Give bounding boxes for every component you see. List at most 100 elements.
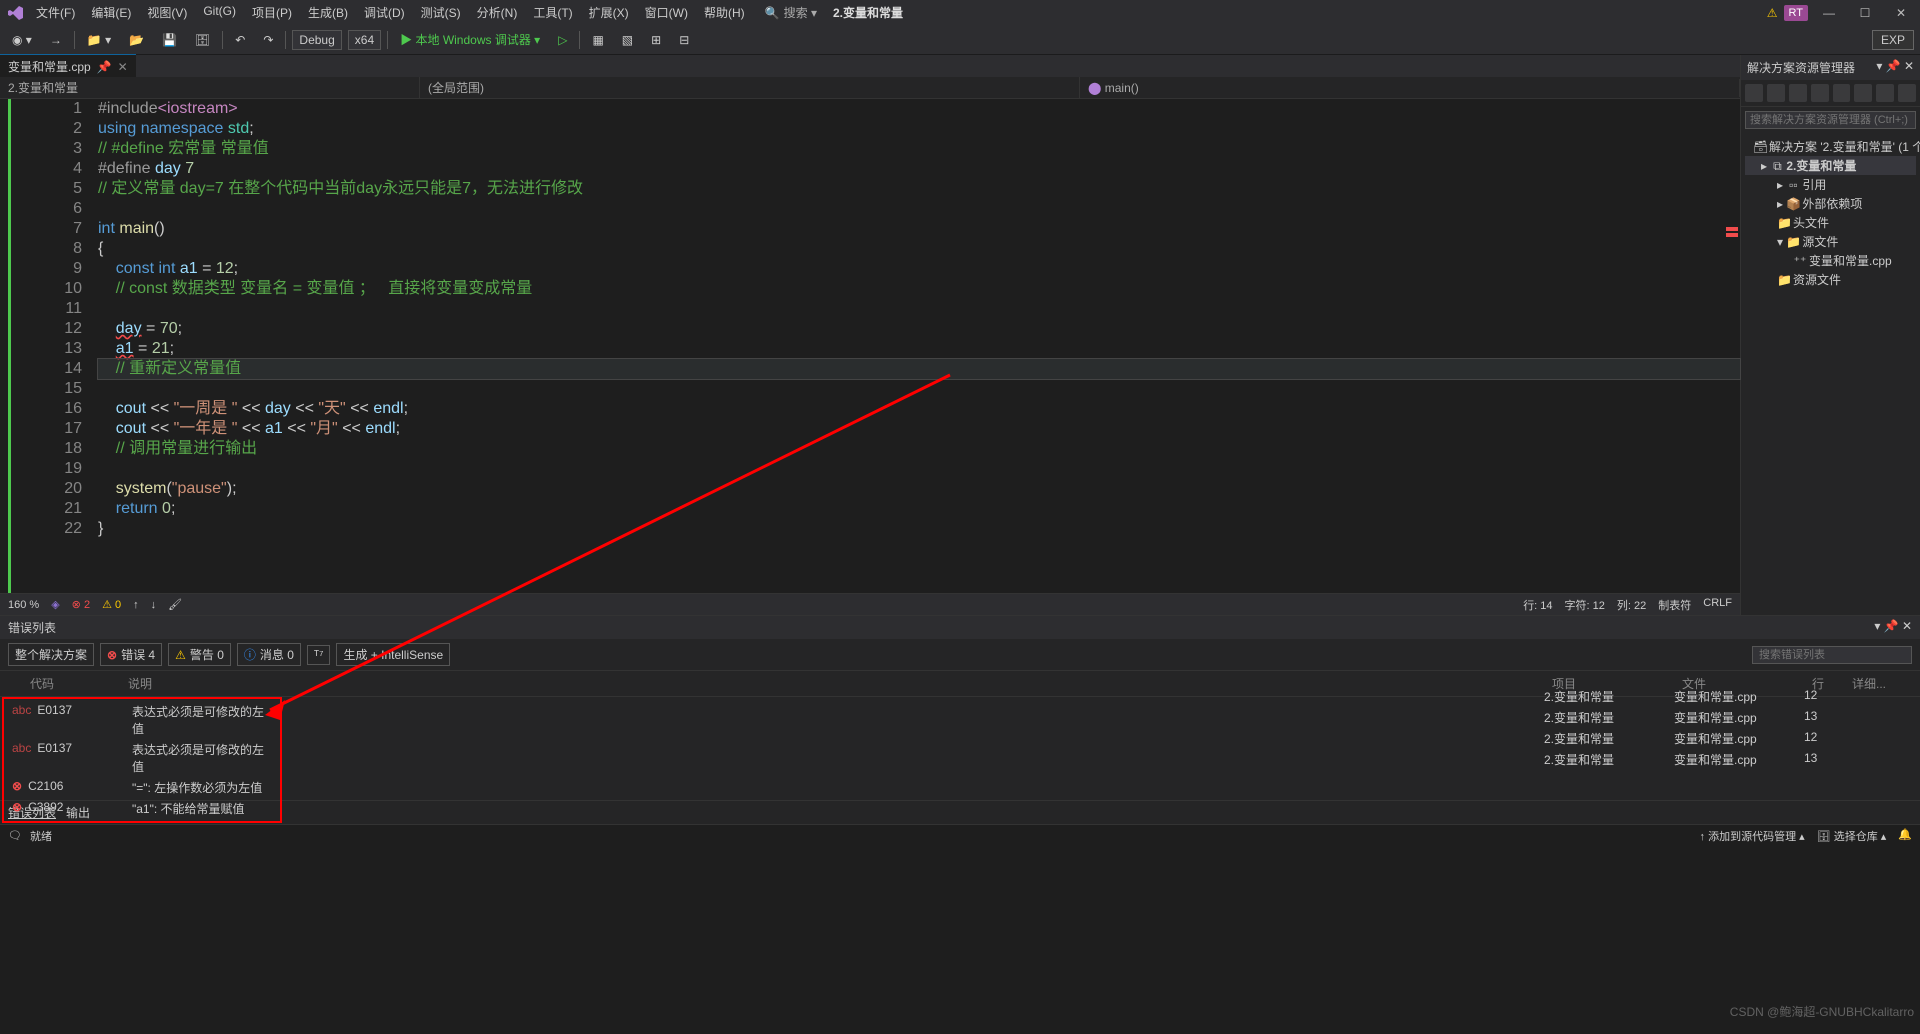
explorer-search[interactable]: [1745, 111, 1916, 129]
refs-node[interactable]: ▸ ▫▫引用: [1745, 175, 1916, 194]
start-debug-button[interactable]: ▶ 本地 Windows 调试器 ▾: [394, 29, 546, 50]
tb-6[interactable]: [1854, 84, 1872, 102]
messages-filter[interactable]: ⓘ消息 0: [237, 643, 301, 666]
close-tab-icon[interactable]: ✕: [118, 60, 128, 74]
ext-node[interactable]: ▸ 📦外部依赖项: [1745, 194, 1916, 213]
code-lines[interactable]: #include<iostream>using namespace std;//…: [98, 99, 1740, 593]
toolbar: ◉ ▾ → 📁 ▾ 📂 💾 🗄 ↶ ↷ Debug x64 ▶ 本地 Windo…: [0, 25, 1920, 55]
panel-controls[interactable]: ▾ 📌 ✕: [1876, 59, 1914, 76]
nav-project[interactable]: 2.变量和常量: [0, 77, 420, 98]
menu-item[interactable]: 视图(V): [139, 1, 195, 24]
zoom-level[interactable]: 160 %: [8, 599, 39, 611]
code-editor[interactable]: 12345678910111213141516171819202122 #inc…: [0, 99, 1740, 593]
output-tabs: 错误列表 输出: [0, 800, 1920, 824]
exp-badge[interactable]: EXP: [1872, 30, 1914, 50]
src-node[interactable]: ▾ 📁源文件: [1745, 232, 1916, 251]
start-nodebug-button[interactable]: ▷: [552, 31, 573, 49]
nav-up[interactable]: ↑: [133, 599, 139, 611]
close-button[interactable]: ✕: [1886, 6, 1916, 20]
pin-icon[interactable]: 📌: [97, 60, 112, 74]
error-count[interactable]: ⊗ 2: [72, 598, 90, 611]
diag-icon[interactable]: ◈: [51, 598, 59, 611]
file-tab[interactable]: 变量和常量.cpp 📌 ✕: [0, 54, 136, 78]
menu-item[interactable]: 文件(F): [28, 1, 83, 24]
indent-mode[interactable]: 制表符: [1658, 597, 1691, 613]
src-control[interactable]: ↑ 添加到源代码管理 ▴: [1700, 828, 1805, 844]
save-button[interactable]: 💾: [156, 31, 183, 49]
menu-item[interactable]: 编辑(E): [83, 1, 139, 24]
solution-node[interactable]: 🗃解决方案 '2.变量和常量' (1 个项目: [1745, 137, 1916, 156]
statusbar: 🗨 就绪 ↑ 添加到源代码管理 ▴ 🗄 选择仓库 ▴ 🔔: [0, 824, 1920, 846]
nav-func[interactable]: ⬤ main(): [1080, 79, 1740, 97]
res-node[interactable]: 📁资源文件: [1745, 270, 1916, 289]
repo-select[interactable]: 🗄 选择仓库 ▴: [1817, 828, 1887, 844]
error-row[interactable]: ⊗ C2106"=": 左操作数必须为左值: [4, 777, 280, 798]
user-badge[interactable]: RT: [1784, 5, 1808, 21]
menu-item[interactable]: 调试(D): [356, 1, 413, 24]
tb-8[interactable]: [1898, 84, 1916, 102]
line-ending[interactable]: CRLF: [1703, 597, 1732, 613]
clear-filter[interactable]: ᵀ⁷: [307, 645, 331, 665]
errors-filter[interactable]: ⊗错误 4: [100, 643, 162, 666]
hdr-node[interactable]: 📁头文件: [1745, 213, 1916, 232]
warn-count[interactable]: ⚠ 0: [102, 598, 121, 611]
menu-item[interactable]: 分析(N): [469, 1, 526, 24]
menu-item[interactable]: 窗口(W): [637, 1, 696, 24]
tool-4[interactable]: ⊟: [673, 31, 695, 49]
save-all-button[interactable]: 🗄: [189, 31, 216, 49]
brush-icon[interactable]: 🖌: [168, 598, 182, 611]
error-row[interactable]: ⊗ C3892"a1": 不能给常量赋值: [4, 798, 280, 819]
cursor-col: 列: 22: [1617, 597, 1646, 613]
search-icon: 🔍: [765, 6, 780, 20]
notif-icon[interactable]: 🔔: [1898, 828, 1912, 844]
tool-3[interactable]: ⊞: [645, 31, 667, 49]
code-navbar: 2.变量和常量 (全局范围) ⬤ main(): [0, 77, 1740, 99]
tb-3[interactable]: [1789, 84, 1807, 102]
open-button[interactable]: 📂: [123, 31, 150, 49]
nav-scope[interactable]: (全局范围): [420, 77, 1080, 98]
errlist-rows: abc E0137表达式必须是可修改的左值abc E0137表达式必须是可修改的…: [2, 697, 282, 823]
maximize-button[interactable]: ☐: [1850, 6, 1880, 20]
tool-1[interactable]: ▦: [586, 31, 609, 49]
main-menu: 文件(F)编辑(E)视图(V)Git(G)项目(P)生成(B)调试(D)测试(S…: [28, 1, 753, 24]
menu-item[interactable]: 帮助(H): [696, 1, 753, 24]
redo-button[interactable]: ↷: [257, 31, 279, 49]
new-button[interactable]: 📁 ▾: [81, 31, 117, 49]
error-row[interactable]: abc E0137表达式必须是可修改的左值: [4, 701, 280, 739]
nav-down[interactable]: ↓: [151, 599, 157, 611]
tool-2[interactable]: ▧: [616, 31, 639, 49]
tb-5[interactable]: [1833, 84, 1851, 102]
explorer-toolbar: [1741, 80, 1920, 107]
warning-icon[interactable]: ⚠: [1767, 6, 1778, 20]
tb-4[interactable]: [1811, 84, 1829, 102]
tb-2[interactable]: [1767, 84, 1785, 102]
tb-1[interactable]: [1745, 84, 1763, 102]
nav-back-button[interactable]: ◉ ▾: [6, 31, 38, 49]
panel-controls[interactable]: ▾ 📌 ✕: [1874, 619, 1912, 636]
menu-item[interactable]: 生成(B): [300, 1, 356, 24]
file-tabs: 变量和常量.cpp 📌 ✕: [0, 55, 1740, 77]
status-ready: 就绪: [30, 828, 52, 844]
error-list-panel: 错误列表▾ 📌 ✕ 整个解决方案 ⊗错误 4 ⚠警告 0 ⓘ消息 0 ᵀ⁷ 生成…: [0, 615, 1920, 800]
menu-item[interactable]: 工具(T): [525, 1, 580, 24]
menu-item[interactable]: Git(G): [195, 1, 244, 24]
overview-ruler: [1726, 99, 1738, 593]
nav-fwd-button[interactable]: →: [44, 31, 68, 49]
platform-combo[interactable]: x64: [348, 30, 381, 50]
error-row[interactable]: abc E0137表达式必须是可修改的左值: [4, 739, 280, 777]
errlist-search[interactable]: [1752, 646, 1912, 664]
project-node[interactable]: ▸ ⧉2.变量和常量: [1745, 156, 1916, 175]
minimize-button[interactable]: —: [1814, 6, 1844, 20]
tb-7[interactable]: [1876, 84, 1894, 102]
menu-item[interactable]: 扩展(X): [581, 1, 637, 24]
scope-combo[interactable]: 整个解决方案: [8, 643, 94, 666]
src-file-node[interactable]: ⁺⁺变量和常量.cpp: [1745, 251, 1916, 270]
menu-item[interactable]: 测试(S): [413, 1, 469, 24]
search-box[interactable]: 🔍 搜索 ▾: [765, 4, 817, 21]
tab-label: 变量和常量.cpp: [8, 58, 91, 75]
source-combo[interactable]: 生成 + IntelliSense: [336, 643, 450, 666]
menu-item[interactable]: 项目(P): [244, 1, 300, 24]
undo-button[interactable]: ↶: [229, 31, 251, 49]
config-combo[interactable]: Debug: [292, 30, 341, 50]
warnings-filter[interactable]: ⚠警告 0: [168, 643, 231, 666]
